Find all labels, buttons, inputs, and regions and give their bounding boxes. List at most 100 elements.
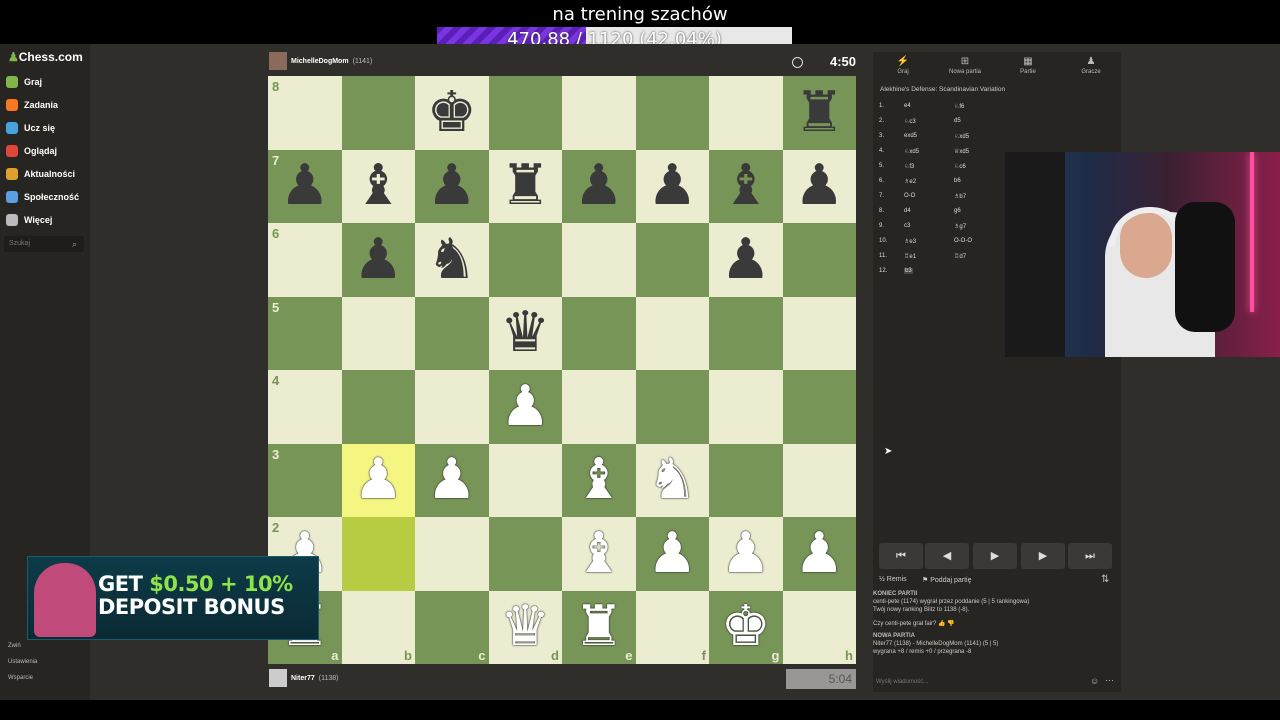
sidebar-bottom-0[interactable]: Zwiń: [8, 643, 21, 649]
square-b4[interactable]: [341, 370, 415, 444]
square-b6[interactable]: ♟: [341, 223, 416, 297]
square-g7[interactable]: ♝: [709, 149, 783, 224]
search-icon[interactable]: ⌕: [72, 239, 77, 250]
move-black[interactable]: ♘f6: [954, 103, 964, 110]
square-f4[interactable]: [635, 370, 709, 444]
square-c6[interactable]: ♞: [415, 223, 489, 297]
sidebar-item-zadania[interactable]: Zadania: [6, 96, 58, 114]
square-f6[interactable]: [635, 223, 709, 297]
move-black[interactable]: g6: [954, 208, 961, 214]
square-b1[interactable]: b: [341, 590, 415, 664]
black-pawn-icon[interactable]: ♟: [783, 150, 857, 224]
chat-input[interactable]: Wyślij wiadomość...: [873, 674, 1124, 690]
square-b7[interactable]: ♝: [341, 149, 416, 224]
resign-button[interactable]: ⚑ Poddaj partię: [922, 576, 972, 584]
play-icon[interactable]: ▶: [973, 543, 1017, 569]
tab-graj[interactable]: ⚡ Graj: [873, 56, 933, 75]
square-b2[interactable]: [341, 517, 415, 591]
square-f1[interactable]: f: [635, 590, 709, 664]
white-pawn-icon[interactable]: ♟: [783, 517, 857, 591]
square-c2[interactable]: [415, 517, 489, 591]
square-d5[interactable]: ♛: [488, 296, 562, 370]
top-player-name[interactable]: MichelleDogMom: [291, 58, 349, 65]
white-pawn-icon[interactable]: ♟: [489, 370, 563, 444]
square-a6[interactable]: 6: [268, 223, 342, 297]
square-g3[interactable]: [709, 443, 783, 517]
square-e2[interactable]: ♝: [562, 517, 636, 591]
square-a8[interactable]: 8: [268, 76, 342, 150]
square-e3[interactable]: ♝: [562, 443, 636, 518]
black-king-icon[interactable]: ♚: [415, 76, 489, 150]
draw-button[interactable]: ½ Remis: [879, 576, 907, 583]
move-white[interactable]: c3: [904, 223, 910, 229]
chess-board[interactable]: 8♚♜7♟♝♟♜♟♟♝♟6♟♞♟5♛4♟3♟♟♝♞2♟♝♟♟♟1a♜bcd♛e♜…: [268, 76, 856, 664]
square-e1[interactable]: e ♜: [562, 590, 636, 664]
square-a4[interactable]: 4: [268, 370, 342, 444]
sidebar-item-społeczność[interactable]: Społeczność: [6, 188, 79, 206]
square-d4[interactable]: ♟: [488, 370, 563, 444]
thumbs-up-icon[interactable]: 👍: [938, 621, 945, 627]
tab-nowa-partia[interactable]: ⊞ Nowa partia: [935, 56, 995, 75]
move-white[interactable]: ♗e3: [904, 238, 916, 245]
square-d6[interactable]: [488, 223, 562, 297]
black-pawn-icon[interactable]: ♟: [636, 150, 710, 224]
white-queen-icon[interactable]: ♛: [489, 591, 563, 665]
sidebar-item-oglądaj[interactable]: Oglądaj: [6, 142, 57, 160]
black-rook-icon[interactable]: ♜: [489, 150, 563, 224]
square-d7[interactable]: ♜: [488, 149, 563, 224]
square-c7[interactable]: ♟: [415, 149, 489, 224]
white-pawn-icon[interactable]: ♟: [709, 517, 783, 591]
black-bishop-icon[interactable]: ♝: [342, 150, 416, 224]
square-d1[interactable]: d ♛: [488, 590, 563, 665]
square-f7[interactable]: ♟: [635, 149, 710, 224]
sidebar-item-aktualności[interactable]: Aktualności: [6, 165, 75, 183]
move-white[interactable]: ♘c3: [904, 118, 916, 125]
black-bishop-icon[interactable]: ♝: [709, 150, 783, 224]
black-rook-icon[interactable]: ♜: [783, 76, 857, 150]
square-g5[interactable]: [709, 296, 783, 370]
sidebar-item-ucz-się[interactable]: Ucz się: [6, 119, 55, 137]
black-pawn-icon[interactable]: ♟: [342, 223, 416, 297]
tab-gracze[interactable]: ♟ Gracze: [1061, 56, 1121, 75]
more-options-icon[interactable]: ⋯: [1105, 675, 1114, 686]
ad-text[interactable]: GET $0.50 + 10% DEPOSIT BONUS: [98, 573, 313, 619]
square-a3[interactable]: 3: [268, 443, 342, 517]
black-knight-icon[interactable]: ♞: [415, 223, 489, 297]
square-g1[interactable]: g ♚: [709, 590, 783, 665]
square-c4[interactable]: [415, 370, 489, 444]
next-move-icon[interactable]: ▶: [1021, 543, 1065, 569]
white-king-icon[interactable]: ♚: [709, 591, 783, 665]
black-pawn-icon[interactable]: ♟: [709, 223, 783, 297]
square-e4[interactable]: [562, 370, 636, 444]
move-black[interactable]: b6: [954, 178, 961, 184]
emoji-icon[interactable]: ☺: [1090, 676, 1099, 686]
square-g2[interactable]: ♟: [709, 517, 783, 591]
last-move-icon[interactable]: ⏭: [1068, 543, 1112, 569]
square-d8[interactable]: [488, 76, 562, 150]
square-e8[interactable]: [562, 76, 636, 150]
square-b8[interactable]: [341, 76, 415, 150]
avatar[interactable]: [269, 669, 287, 687]
square-h5[interactable]: [782, 296, 856, 370]
white-pawn-icon[interactable]: ♟: [415, 444, 489, 518]
square-f8[interactable]: [635, 76, 709, 150]
square-g4[interactable]: [709, 370, 783, 444]
square-g6[interactable]: ♟: [709, 223, 783, 297]
sidebar-bottom-2[interactable]: Wsparcie: [8, 675, 33, 681]
previous-move-icon[interactable]: ◀: [925, 543, 969, 569]
square-h3[interactable]: [782, 443, 856, 517]
move-white[interactable]: ♘f3: [904, 163, 914, 170]
move-white[interactable]: e4: [904, 103, 911, 109]
black-pawn-icon[interactable]: ♟: [415, 150, 489, 224]
move-white[interactable]: d4: [904, 208, 911, 214]
square-c3[interactable]: ♟: [415, 443, 489, 518]
square-h8[interactable]: ♜: [782, 76, 857, 150]
white-bishop-icon[interactable]: ♝: [562, 444, 636, 518]
move-black[interactable]: ♕xd5: [954, 148, 969, 155]
square-h2[interactable]: ♟: [782, 517, 857, 591]
square-h7[interactable]: ♟: [782, 149, 857, 224]
tab-partie[interactable]: ▦ Partie: [998, 56, 1058, 75]
move-black[interactable]: O-O-O: [954, 238, 972, 244]
square-b5[interactable]: [341, 296, 415, 370]
square-c5[interactable]: [415, 296, 489, 370]
